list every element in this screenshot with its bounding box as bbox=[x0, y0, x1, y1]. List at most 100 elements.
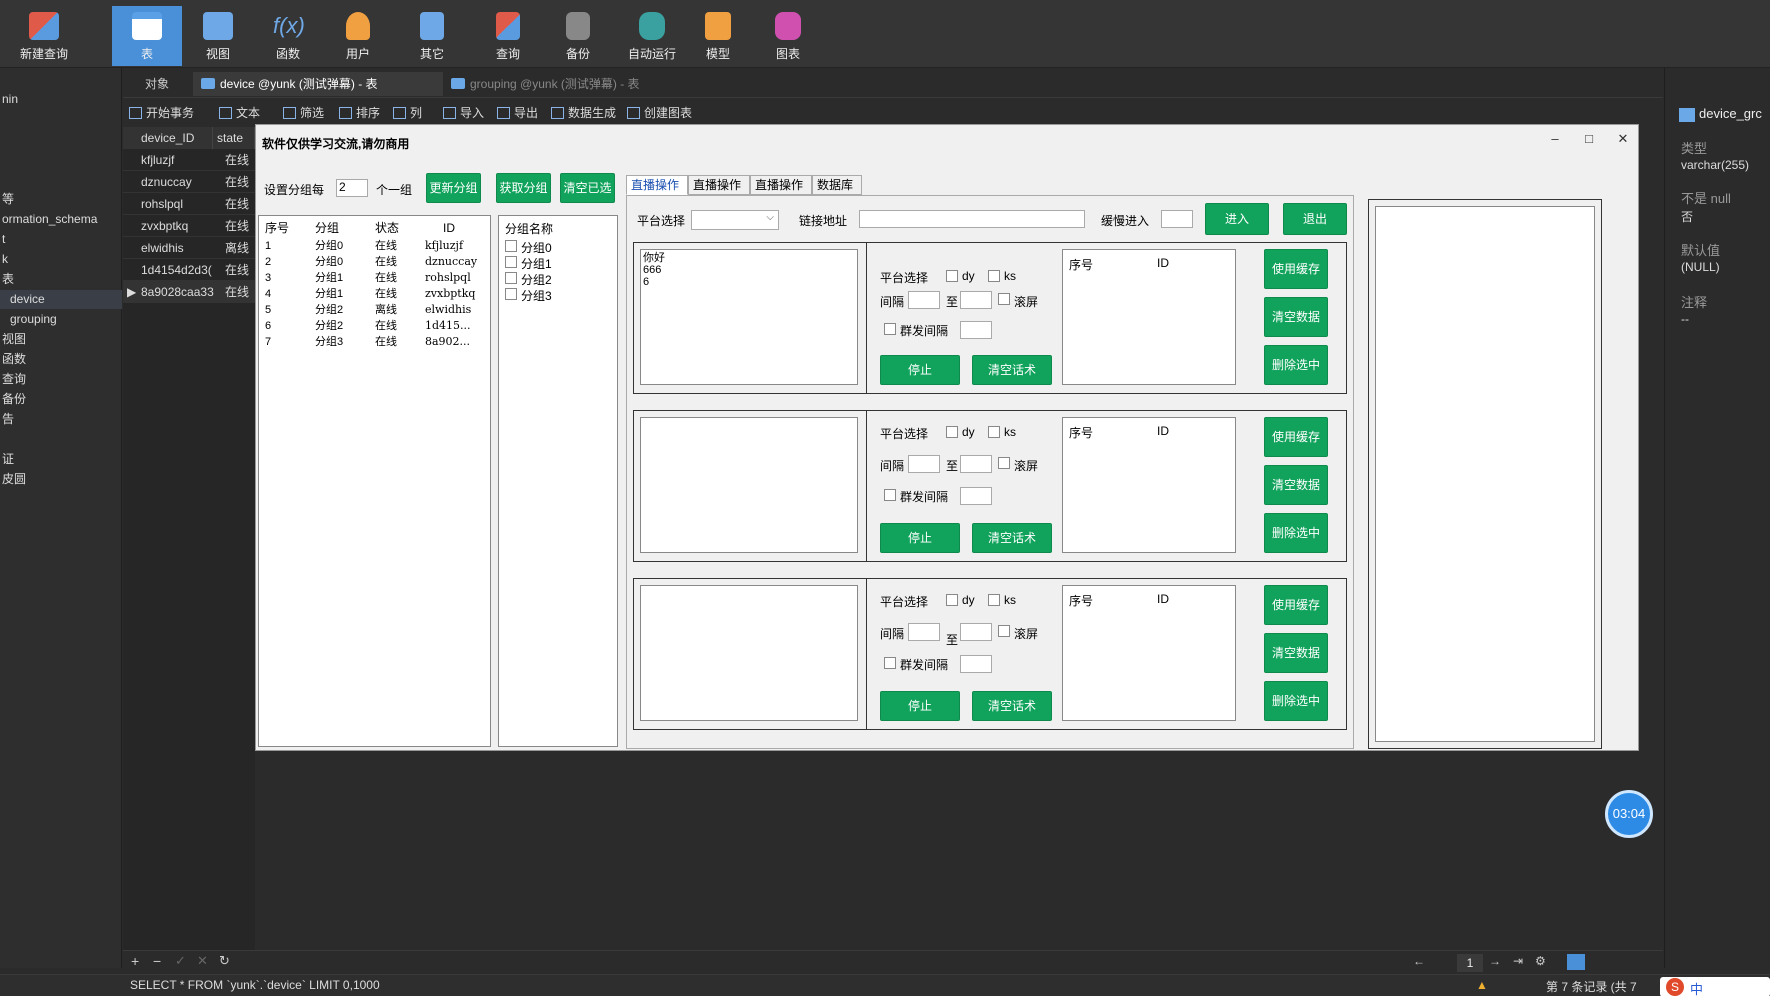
nav-item-backups[interactable]: 备份 bbox=[0, 390, 122, 409]
update-groups-button[interactable]: 更新分组 bbox=[426, 173, 481, 203]
interval-min-input[interactable] bbox=[908, 455, 940, 473]
column-header-device-id[interactable]: device_ID bbox=[123, 127, 213, 149]
clear-data-button[interactable]: 清空数据 bbox=[1264, 633, 1328, 673]
group-interval-checkbox[interactable] bbox=[884, 657, 896, 669]
group-checkbox[interactable] bbox=[505, 288, 517, 300]
model-button[interactable]: 模型 bbox=[686, 6, 750, 66]
dy-checkbox[interactable] bbox=[946, 426, 958, 438]
clear-script-button[interactable]: 清空话术 bbox=[972, 355, 1052, 385]
function-button[interactable]: f(x) 函数 bbox=[256, 6, 320, 66]
group-interval-input[interactable] bbox=[960, 655, 992, 673]
nav-item[interactable]: 表 bbox=[0, 270, 122, 289]
preview-area[interactable] bbox=[1375, 206, 1595, 742]
get-groups-button[interactable]: 获取分组 bbox=[496, 173, 551, 203]
table-row[interactable]: zvxbptkq 在线 bbox=[123, 215, 255, 237]
close-button[interactable]: ✕ bbox=[1610, 129, 1636, 149]
refresh-icon[interactable]: ↻ bbox=[219, 953, 230, 969]
script-textarea[interactable]: 你好 666 6 bbox=[640, 249, 858, 385]
tab-grouping[interactable]: grouping @yunk (测试弹幕) - 表 bbox=[443, 72, 693, 96]
interval-min-input[interactable] bbox=[908, 623, 940, 641]
minimize-button[interactable]: – bbox=[1542, 129, 1568, 149]
view-button[interactable]: 视图 bbox=[186, 6, 250, 66]
interval-max-input[interactable] bbox=[960, 623, 992, 641]
nav-item[interactable]: 等 bbox=[0, 190, 122, 209]
table-row[interactable]: rohslpql 在线 bbox=[123, 193, 255, 215]
nav-item-functions[interactable]: 函数 bbox=[0, 350, 122, 369]
recording-timer[interactable]: 03:04 bbox=[1605, 790, 1653, 838]
stop-button[interactable]: 停止 bbox=[880, 691, 960, 721]
use-cache-button[interactable]: 使用缓存 bbox=[1264, 417, 1328, 457]
settings-icon[interactable]: ⚙ bbox=[1535, 954, 1546, 968]
new-query-button[interactable]: 新建查询 bbox=[12, 6, 76, 66]
tab-database[interactable]: 数据库 bbox=[812, 175, 862, 195]
nav-item-device[interactable]: device bbox=[0, 290, 122, 309]
use-cache-button[interactable]: 使用缓存 bbox=[1264, 585, 1328, 625]
nav-item[interactable]: k bbox=[0, 250, 122, 269]
scroll-checkbox[interactable] bbox=[998, 625, 1010, 637]
last-page-icon[interactable]: ⇥ bbox=[1513, 954, 1523, 968]
clear-data-button[interactable]: 清空数据 bbox=[1264, 297, 1328, 337]
tab-live-ops-2[interactable]: 直播操作2 bbox=[750, 175, 812, 210]
nav-item[interactable]: nin bbox=[0, 90, 122, 109]
id-list[interactable]: 序号 ID bbox=[1062, 249, 1236, 385]
delete-selected-button[interactable]: 删除选中 bbox=[1264, 345, 1328, 385]
table-row[interactable]: elwidhis 离线 bbox=[123, 237, 255, 259]
table-row[interactable]: kfjluzjf 在线 bbox=[123, 149, 255, 171]
sort-button[interactable]: 排序 bbox=[339, 104, 380, 122]
apply-icon[interactable]: ✓ bbox=[175, 953, 186, 969]
user-button[interactable]: 用户 bbox=[326, 6, 390, 66]
interval-max-input[interactable] bbox=[960, 291, 992, 309]
tab-live-ops-1[interactable]: 直播操作1 bbox=[688, 175, 750, 210]
discard-icon[interactable]: ✕ bbox=[197, 953, 208, 969]
group-checkbox[interactable] bbox=[505, 256, 517, 268]
nav-item[interactable]: 皮圆 bbox=[0, 470, 122, 489]
clear-data-button[interactable]: 清空数据 bbox=[1264, 465, 1328, 505]
use-cache-button[interactable]: 使用缓存 bbox=[1264, 249, 1328, 289]
id-list[interactable]: 序号 ID bbox=[1062, 417, 1236, 553]
column-header-state[interactable]: state bbox=[213, 127, 255, 149]
group-interval-input[interactable] bbox=[960, 487, 992, 505]
nav-item[interactable]: t bbox=[0, 230, 122, 249]
chart-button[interactable]: 图表 bbox=[756, 6, 820, 66]
script-textarea[interactable] bbox=[640, 417, 858, 553]
ks-checkbox[interactable] bbox=[988, 594, 1000, 606]
table-row[interactable]: 1d4154d2d3(在线 bbox=[123, 259, 255, 281]
group-interval-checkbox[interactable] bbox=[884, 323, 896, 335]
group-interval-checkbox[interactable] bbox=[884, 489, 896, 501]
table-row[interactable]: ▶ 8a9028caa33 在线 bbox=[123, 281, 255, 303]
enter-button[interactable]: 进入 bbox=[1205, 203, 1269, 235]
filter-button[interactable]: 筛选 bbox=[283, 104, 324, 122]
group-checkbox[interactable] bbox=[505, 240, 517, 252]
group-interval-input[interactable] bbox=[960, 321, 992, 339]
stop-button[interactable]: 停止 bbox=[880, 523, 960, 553]
text-button[interactable]: 文本 bbox=[219, 104, 260, 122]
maximize-button[interactable]: □ bbox=[1576, 129, 1602, 149]
group-checkbox[interactable] bbox=[505, 272, 517, 284]
nav-item[interactable]: 告 bbox=[0, 410, 122, 429]
nav-item-queries[interactable]: 查询 bbox=[0, 370, 122, 389]
auto-run-button[interactable]: 自动运行 bbox=[616, 6, 688, 66]
nav-item[interactable]: 证 bbox=[0, 450, 122, 469]
delete-selected-button[interactable]: 删除选中 bbox=[1264, 681, 1328, 721]
nav-item-views[interactable]: 视图 bbox=[0, 330, 122, 349]
clear-script-button[interactable]: 清空话术 bbox=[972, 523, 1052, 553]
backup-button[interactable]: 备份 bbox=[546, 6, 610, 66]
exit-button[interactable]: 退出 bbox=[1283, 203, 1347, 235]
ks-checkbox[interactable] bbox=[988, 426, 1000, 438]
stop-button[interactable]: 停止 bbox=[880, 355, 960, 385]
link-input[interactable] bbox=[859, 210, 1085, 228]
tab-device[interactable]: device @yunk (测试弹幕) - 表 bbox=[193, 72, 443, 96]
scroll-checkbox[interactable] bbox=[998, 293, 1010, 305]
tab-objects[interactable]: 对象 bbox=[137, 72, 177, 96]
scroll-checkbox[interactable] bbox=[998, 457, 1010, 469]
slow-enter-input[interactable] bbox=[1161, 210, 1193, 228]
interval-min-input[interactable] bbox=[908, 291, 940, 309]
platform-select[interactable]: ⌵ bbox=[691, 210, 779, 230]
clear-selected-button[interactable]: 清空已选 bbox=[560, 173, 615, 203]
columns-button[interactable]: 列 bbox=[393, 104, 422, 122]
dy-checkbox[interactable] bbox=[946, 594, 958, 606]
query-button[interactable]: 查询 bbox=[476, 6, 540, 66]
clear-script-button[interactable]: 清空话术 bbox=[972, 691, 1052, 721]
ime-mode[interactable]: 中 bbox=[1690, 979, 1703, 996]
tab-live-ops[interactable]: 直播操作 bbox=[626, 175, 688, 195]
